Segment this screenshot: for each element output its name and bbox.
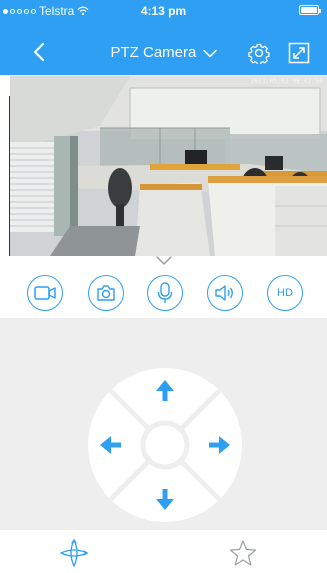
speaker-icon xyxy=(215,285,233,301)
status-bar: Telstra 4:13 pm xyxy=(0,0,327,22)
gear-icon[interactable] xyxy=(248,42,270,64)
direction-joystick[interactable] xyxy=(88,368,242,522)
speaker-button[interactable] xyxy=(207,275,243,311)
record-button[interactable] xyxy=(27,275,63,311)
video-timestamp: 2013/09/02 08:02:50 xyxy=(250,78,323,85)
app-screen: Telstra 4:13 pm PTZ Camera 2013/09/02 08… xyxy=(0,0,327,573)
battery-icon xyxy=(299,5,321,15)
video-camera-icon xyxy=(34,286,56,300)
hd-button[interactable]: HD xyxy=(267,275,303,311)
microphone-button[interactable] xyxy=(147,275,183,311)
microphone-icon xyxy=(157,282,173,303)
toolbar: HD xyxy=(0,275,327,315)
hd-label: HD xyxy=(277,287,293,299)
snapshot-button[interactable] xyxy=(88,275,124,311)
nav-bar: PTZ Camera xyxy=(0,28,327,72)
camera-icon xyxy=(97,285,115,301)
status-time: 4:13 pm xyxy=(140,4,187,18)
page-title: PTZ Camera xyxy=(110,44,197,61)
star-icon[interactable] xyxy=(229,539,257,567)
ptz-control-panel xyxy=(0,318,327,530)
top-bar: Telstra 4:13 pm PTZ Camera xyxy=(0,0,327,75)
office-scene-image xyxy=(10,76,327,256)
video-feed[interactable]: 2013/09/02 08:02:50 xyxy=(10,76,327,256)
chevron-down-icon xyxy=(202,49,217,57)
expand-icon[interactable] xyxy=(288,42,310,64)
bottom-tab-bar xyxy=(0,531,327,573)
ptz-rotate-icon[interactable] xyxy=(58,537,90,569)
page-title-dropdown[interactable]: PTZ Camera xyxy=(0,44,327,61)
chevron-down-icon[interactable] xyxy=(154,255,174,267)
